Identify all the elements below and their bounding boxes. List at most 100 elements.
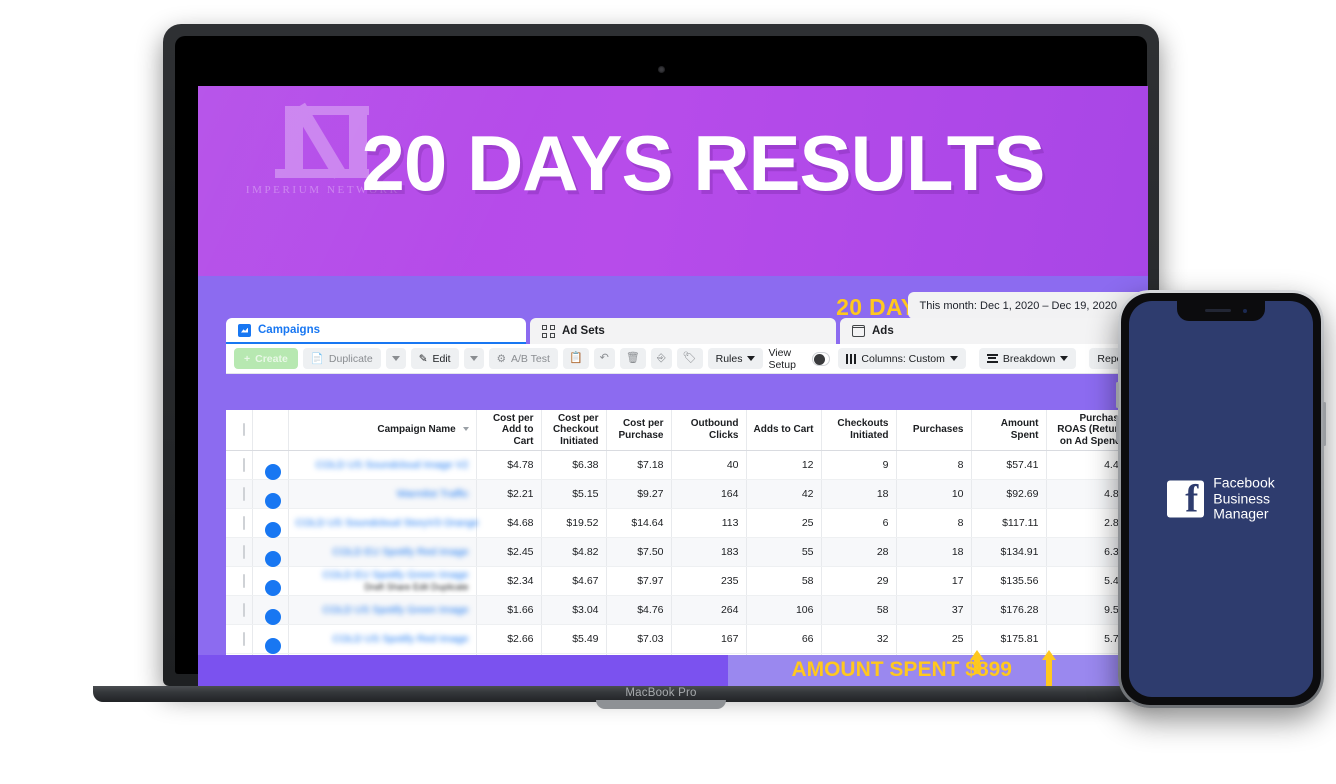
row-checkbox[interactable] bbox=[242, 631, 245, 646]
row-checkbox-cell[interactable] bbox=[226, 624, 253, 654]
cell-cost-atc: $2.21 bbox=[476, 479, 542, 509]
row-status-cell[interactable] bbox=[252, 595, 289, 625]
fb-line-2: Business bbox=[1213, 490, 1271, 507]
tab-ad-sets[interactable]: Ad Sets bbox=[530, 318, 836, 344]
copy-button[interactable]: 📋 bbox=[562, 348, 589, 369]
columns-button[interactable]: Columns: Custom bbox=[837, 348, 966, 369]
col-cost-per-checkout-initiated[interactable]: Cost per Checkout Initiated bbox=[541, 410, 607, 451]
col-outbound-clicks[interactable]: Outbound Clicks bbox=[671, 410, 747, 451]
status-header bbox=[252, 410, 289, 451]
volume-down-button[interactable] bbox=[1116, 416, 1119, 442]
row-name-cell[interactable]: COLD EU Spotify Red Image bbox=[288, 537, 477, 567]
volume-up-button[interactable] bbox=[1116, 382, 1119, 408]
cell-purchases: 8 bbox=[896, 450, 972, 480]
cell-ci: 58 bbox=[821, 595, 897, 625]
row-checkbox-cell[interactable] bbox=[226, 566, 253, 596]
cell-cost-ci: $19.52 bbox=[541, 508, 607, 538]
row-checkbox-cell[interactable] bbox=[226, 537, 253, 567]
date-range-selector[interactable]: This month: Dec 1, 2020 – Dec 19, 2020 bbox=[908, 292, 1146, 319]
row-checkbox[interactable] bbox=[242, 573, 245, 588]
phone-frame: Facebook Business Manager bbox=[1116, 290, 1326, 708]
create-button-label: Create bbox=[255, 352, 288, 365]
row-status-cell[interactable] bbox=[252, 479, 289, 509]
row-checkbox[interactable] bbox=[242, 515, 245, 530]
flask-icon: ⚙ bbox=[496, 352, 507, 365]
row-checkbox[interactable] bbox=[242, 602, 245, 617]
cell-purchases: 10 bbox=[896, 479, 972, 509]
duplicate-button[interactable]: 📄 Duplicate bbox=[302, 348, 381, 369]
col-amount-spent[interactable]: Amount Spent bbox=[971, 410, 1047, 451]
campaigns-table-container[interactable]: Campaign Name Cost per Add to Cart Cost … bbox=[226, 410, 1148, 655]
col-cost-per-purchase[interactable]: Cost per Purchase bbox=[606, 410, 672, 451]
delete-button[interactable]: 🗑 bbox=[619, 348, 646, 369]
row-checkbox[interactable] bbox=[242, 457, 245, 472]
sort-caret-icon[interactable] bbox=[462, 427, 469, 432]
row-name-cell[interactable]: COLD US Soundcloud Image V2 bbox=[288, 450, 477, 480]
table-row[interactable]: COLD US Spotify Red Image $2.66 $5.49 $7… bbox=[226, 624, 1148, 654]
table-row[interactable]: COLD EU Spotify Red Image $2.45 $4.82 $7… bbox=[226, 537, 1148, 567]
power-button[interactable] bbox=[1323, 402, 1326, 446]
tab-ads[interactable]: Ads bbox=[840, 318, 1148, 344]
table-header: Campaign Name Cost per Add to Cart Cost … bbox=[226, 410, 1148, 451]
row-status-cell[interactable] bbox=[252, 566, 289, 596]
tab-ads-label: Ads bbox=[872, 325, 894, 337]
copy-icon: 📋 bbox=[568, 352, 583, 364]
macbook-pro-device: IMPERIUM NETWORK 20 DAYS RESULTS 20 DAYS… bbox=[93, 24, 1229, 709]
table-row[interactable]: Warmlist Traffic $2.21 $5.15 $9.27 164 4… bbox=[226, 479, 1148, 509]
table-row[interactable]: COLD US Spotify Green Image $1.66 $3.04 … bbox=[226, 595, 1148, 625]
col-checkouts-initiated[interactable]: Checkouts Initiated bbox=[821, 410, 897, 451]
select-all-checkbox[interactable] bbox=[242, 423, 245, 436]
row-checkbox[interactable] bbox=[242, 486, 245, 501]
row-name-cell[interactable]: COLD US Spotify Green Image bbox=[288, 595, 477, 625]
row-status-cell[interactable] bbox=[252, 624, 289, 654]
breakdown-button[interactable]: Breakdown bbox=[978, 348, 1077, 369]
row-checkbox-cell[interactable] bbox=[226, 450, 253, 480]
campaign-row-actions[interactable]: Draft Share Edit Duplicate bbox=[296, 582, 468, 592]
col-campaign-name[interactable]: Campaign Name bbox=[288, 410, 477, 451]
row-name-cell[interactable]: COLD US Spotify Red Image bbox=[288, 624, 477, 654]
col-campaign-name-label: Campaign Name bbox=[377, 424, 456, 435]
edit-button[interactable]: ✎ Edit bbox=[410, 348, 459, 369]
table-row[interactable]: COLD US Soundcloud StoryV3 Orange $4.68 … bbox=[226, 508, 1148, 538]
row-name-cell[interactable]: Warmlist Traffic bbox=[288, 479, 477, 509]
chevron-down-icon bbox=[949, 356, 958, 361]
table-row[interactable]: COLD EU Spotify Green Image Draft Share … bbox=[226, 566, 1148, 596]
row-status-cell[interactable] bbox=[252, 508, 289, 538]
col-purchases[interactable]: Purchases bbox=[896, 410, 972, 451]
row-checkbox-cell[interactable] bbox=[226, 479, 253, 509]
tag-button[interactable]: 🏷 bbox=[676, 348, 703, 369]
col-adds-to-cart[interactable]: Adds to Cart bbox=[746, 410, 822, 451]
cell-spent: $176.28 bbox=[971, 595, 1047, 625]
phone-bezel: Facebook Business Manager bbox=[1121, 293, 1321, 705]
table-row[interactable]: COLD US Soundcloud Image V2 $4.78 $6.38 … bbox=[226, 450, 1148, 480]
cell-purchases: 18 bbox=[896, 537, 972, 567]
select-all-header[interactable] bbox=[226, 410, 253, 451]
cell-clicks: 183 bbox=[671, 537, 747, 567]
row-name-cell[interactable]: COLD US Soundcloud StoryV3 Orange bbox=[288, 508, 479, 538]
columns-icon bbox=[845, 353, 857, 364]
cell-spent: $117.11 bbox=[971, 508, 1047, 538]
edit-dropdown-button[interactable] bbox=[463, 348, 484, 369]
row-name-cell[interactable]: COLD EU Spotify Green Image Draft Share … bbox=[288, 566, 477, 596]
rules-button[interactable]: Rules bbox=[707, 348, 764, 369]
row-checkbox-cell[interactable] bbox=[226, 508, 253, 538]
ab-test-button[interactable]: ⚙ A/B Test bbox=[488, 348, 558, 369]
earpiece-speaker-icon bbox=[1205, 309, 1231, 312]
cell-ci: 6 bbox=[821, 508, 897, 538]
row-status-cell[interactable] bbox=[252, 537, 289, 567]
create-button[interactable]: + Create bbox=[234, 348, 298, 369]
cell-cost-pur: $7.03 bbox=[606, 624, 672, 654]
col-cost-per-add-to-cart[interactable]: Cost per Add to Cart bbox=[476, 410, 542, 451]
row-checkbox-cell[interactable] bbox=[226, 595, 253, 625]
duplicate-dropdown-button[interactable] bbox=[385, 348, 406, 369]
row-checkbox[interactable] bbox=[242, 544, 245, 559]
row-status-cell[interactable] bbox=[252, 450, 289, 480]
view-setup-label: View Setup bbox=[768, 346, 796, 371]
undo-button[interactable]: ↶ bbox=[593, 348, 615, 369]
export-button[interactable]: ⎆ bbox=[650, 348, 672, 369]
cell-atc: 12 bbox=[746, 450, 822, 480]
phone-screen: Facebook Business Manager bbox=[1129, 301, 1313, 697]
duplicate-button-label: Duplicate bbox=[328, 352, 373, 365]
tab-campaigns[interactable]: Campaigns bbox=[226, 318, 526, 344]
view-setup-toggle[interactable] bbox=[811, 351, 830, 366]
